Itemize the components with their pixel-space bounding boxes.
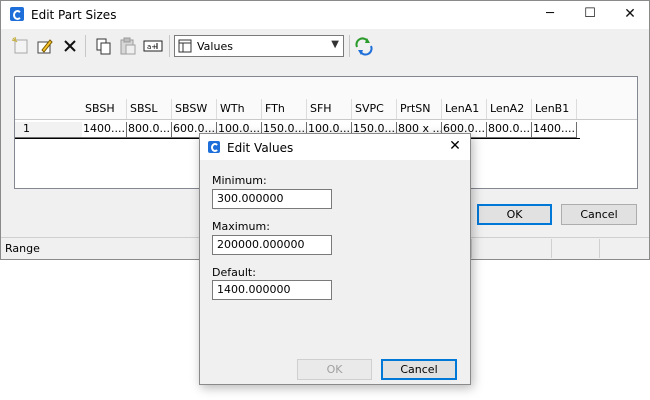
window-title: Edit Part Sizes	[31, 8, 117, 22]
dialog-title: Edit Values	[227, 141, 294, 155]
refresh-icon[interactable]	[353, 35, 375, 57]
toolbar-separator	[85, 35, 86, 57]
minimum-label: Minimum:	[212, 174, 267, 187]
grid-cell[interactable]: 1400....	[82, 122, 127, 138]
toolbar-separator	[169, 35, 170, 57]
copy-icon[interactable]	[93, 35, 115, 57]
column-header[interactable]: SBSH	[82, 99, 127, 119]
table-icon	[178, 39, 192, 53]
column-header[interactable]: LenA2	[487, 99, 532, 119]
status-divider	[599, 239, 600, 258]
column-header[interactable]: SVPC	[352, 99, 397, 119]
dialog-ok-button[interactable]: OK	[297, 359, 372, 380]
edit-values-dialog: Edit Values ✕ Minimum: 300.000000 Maximu…	[199, 133, 471, 385]
dialog-title-bar: Edit Values ✕	[200, 134, 470, 160]
app-logo-icon	[208, 141, 220, 153]
app-logo-icon	[10, 7, 24, 21]
grid-cell[interactable]: 800.0...	[127, 122, 172, 138]
status-text: Range	[5, 242, 40, 255]
column-header[interactable]: PrtSN	[397, 99, 442, 119]
close-button[interactable]: ✕	[611, 1, 649, 29]
cancel-button[interactable]: Cancel	[561, 204, 637, 225]
chevron-down-icon[interactable]: ▼	[331, 39, 339, 50]
status-divider	[551, 239, 552, 258]
column-header[interactable]: SBSL	[127, 99, 172, 119]
column-header[interactable]: LenB1	[532, 99, 577, 119]
toolbar-separator	[349, 35, 350, 57]
maximum-field[interactable]: 200000.000000	[212, 235, 332, 255]
header-divider	[15, 119, 637, 120]
column-header[interactable]: LenA1	[442, 99, 487, 119]
row-header[interactable]: 1	[15, 122, 82, 138]
column-header[interactable]: WTh	[217, 99, 262, 119]
new-icon[interactable]	[10, 35, 32, 57]
maximize-button[interactable]: ☐	[571, 1, 609, 29]
view-select-value: Values	[197, 40, 233, 53]
grid-header: SBSH SBSL SBSW WTh FTh SFH SVPC PrtSN Le…	[15, 77, 637, 120]
dialog-close-button[interactable]: ✕	[444, 136, 466, 156]
rename-icon[interactable]: a+	[142, 35, 164, 57]
ok-button[interactable]: OK	[477, 204, 552, 225]
dialog-cancel-button[interactable]: Cancel	[381, 359, 457, 380]
column-header[interactable]: FTh	[262, 99, 307, 119]
view-select[interactable]: Values ▼	[174, 35, 344, 57]
status-divider	[471, 239, 472, 258]
paste-icon[interactable]	[117, 35, 139, 57]
minimum-field[interactable]: 300.000000	[212, 189, 332, 209]
delete-icon[interactable]	[59, 35, 81, 57]
default-label: Default:	[212, 266, 256, 279]
title-bar: Edit Part Sizes ─ ☐ ✕	[1, 1, 649, 29]
default-field[interactable]: 1400.000000	[212, 280, 332, 300]
edit-icon[interactable]	[34, 35, 56, 57]
svg-text:a+: a+	[147, 43, 157, 51]
column-header[interactable]: SBSW	[172, 99, 217, 119]
grid-cell[interactable]: 800.0...	[487, 122, 532, 138]
column-header[interactable]: SFH	[307, 99, 352, 119]
grid-cell[interactable]: 1400....	[532, 122, 577, 138]
minimize-button[interactable]: ─	[531, 1, 569, 29]
maximum-label: Maximum:	[212, 220, 270, 233]
